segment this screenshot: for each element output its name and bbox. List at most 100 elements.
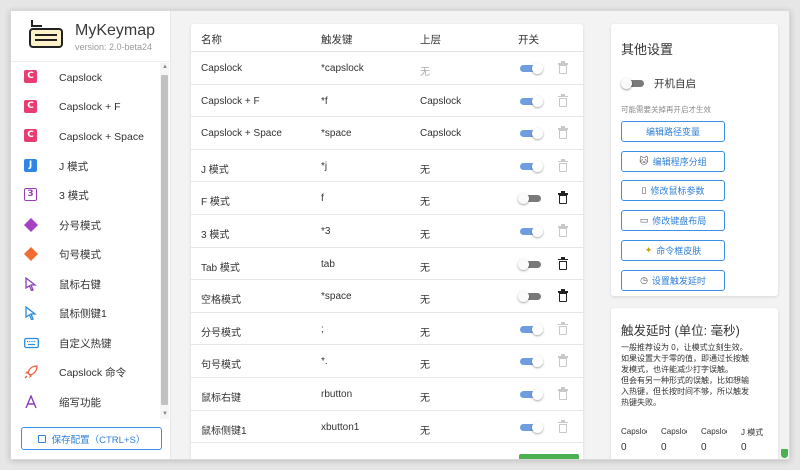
mode-name: Capslock + F xyxy=(201,95,260,107)
mode-name: 空格模式 xyxy=(201,295,241,307)
add-mode-button[interactable] xyxy=(519,454,579,459)
mode-enable-toggle[interactable] xyxy=(518,160,543,172)
keyboard-layout-button[interactable]: ▭ 修改键盘布局 xyxy=(621,210,725,231)
delete-trash-icon[interactable] xyxy=(558,387,568,400)
table-row: 分号模式; 无 xyxy=(191,313,583,346)
3-badge-icon: 3 xyxy=(24,188,38,202)
sidebar-item-3[interactable]: J J 模式 xyxy=(11,152,161,182)
delete-trash-icon[interactable] xyxy=(558,191,568,205)
delete-trash-icon[interactable] xyxy=(558,419,568,433)
mode-name: Capslock xyxy=(201,63,243,74)
delete-trash-icon[interactable] xyxy=(558,126,568,140)
mode-name: 句号模式 xyxy=(201,360,241,372)
mode-layer: 无 xyxy=(420,360,430,372)
mode-enable-toggle[interactable] xyxy=(518,95,543,107)
trigger-delay-button[interactable]: ◷ 设置触发延时 xyxy=(621,270,725,291)
command-skin-button[interactable]: ✦ 命令框皮肤 xyxy=(621,240,725,261)
delete-trash-icon[interactable] xyxy=(558,93,568,107)
sidebar-item-11[interactable]: 缩写功能 xyxy=(11,388,161,418)
header-switch: 开关 xyxy=(518,34,539,46)
delay-value-input[interactable]: 0 xyxy=(701,442,707,453)
mode-name: Tab 模式 xyxy=(201,262,240,274)
mode-trigger: xbutton1 xyxy=(321,421,360,433)
sidebar-item-label: 自定义热键 xyxy=(59,337,112,350)
mode-name: Capslock + Space xyxy=(201,128,282,140)
mode-name: 分号模式 xyxy=(201,327,241,339)
table-row: Capslock + Space *space Capslock xyxy=(191,117,583,150)
mouse-settings-button[interactable]: ▯ 修改鼠标参数 xyxy=(621,180,725,201)
keyboard-icon xyxy=(24,336,39,350)
mode-enable-toggle[interactable] xyxy=(518,63,543,74)
keyboard-layout-label: 修改键盘布局 xyxy=(652,216,707,226)
sidebar-item-1[interactable]: C Capslock + F xyxy=(11,93,161,123)
delete-trash-icon[interactable] xyxy=(558,158,568,172)
mode-layer: 无 xyxy=(420,327,430,339)
mode-trigger: *j xyxy=(321,160,328,172)
delete-trash-icon[interactable] xyxy=(558,354,568,368)
sidebar-scrollbar[interactable]: ▲ ▼ xyxy=(160,63,169,419)
sidebar-item-5[interactable]: 分号模式 xyxy=(11,211,161,241)
mode-enable-toggle[interactable] xyxy=(518,291,543,303)
mode-enable-toggle[interactable] xyxy=(518,389,543,400)
mode-trigger: ; xyxy=(321,323,324,335)
shield-icon xyxy=(781,449,788,458)
delete-trash-icon[interactable] xyxy=(558,61,568,74)
scroll-up-arrow-icon[interactable]: ▲ xyxy=(162,64,168,70)
brand-header: MyKeymap version: 2.0-beta24 xyxy=(11,11,171,59)
edit-path-vars-button[interactable]: 编辑路径变量 xyxy=(621,121,725,142)
sidebar-item-label: 缩写功能 xyxy=(59,396,101,409)
sidebar-item-9[interactable]: 自定义热键 xyxy=(11,329,161,359)
mode-enable-toggle[interactable] xyxy=(518,323,543,335)
app-title: MyKeymap xyxy=(75,22,156,39)
autostart-toggle[interactable] xyxy=(621,78,646,89)
mode-enable-toggle[interactable] xyxy=(518,356,543,368)
edit-program-groups-button[interactable]: 🐱 编辑程序分组 xyxy=(621,151,725,172)
delay-value-input[interactable]: 0 xyxy=(661,442,667,453)
save-config-button[interactable]: 保存配置（CTRL+S） xyxy=(21,427,162,450)
mode-trigger: *space xyxy=(321,291,352,303)
sidebar-item-label: J 模式 xyxy=(59,160,89,173)
delete-trash-icon[interactable] xyxy=(558,289,568,303)
sidebar-item-2[interactable]: C Capslock + Space xyxy=(11,122,161,152)
delete-trash-icon[interactable] xyxy=(558,224,568,237)
mode-name: F 模式 xyxy=(201,197,230,209)
header-name: 名称 xyxy=(201,34,222,46)
sidebar-item-8[interactable]: 鼠标侧键1 xyxy=(11,299,161,329)
mode-enable-toggle[interactable] xyxy=(518,226,543,237)
trigger-delay-card: 触发延时 (单位: 毫秒) 一般推荐设为 0，让模式立刻生效。 如果设置大于零的值… xyxy=(611,308,778,459)
mode-enable-toggle[interactable] xyxy=(518,128,543,140)
mode-enable-toggle[interactable] xyxy=(518,421,543,433)
mode-trigger: *capslock xyxy=(321,63,364,74)
mode-name: J 模式 xyxy=(201,164,229,176)
c-badge-icon: C xyxy=(24,70,38,84)
table-row: J 模式 *j 无 xyxy=(191,150,583,183)
sidebar-nav: C Capslock C Capslock + F C Capslock + Space J… xyxy=(11,63,161,418)
autostart-row[interactable]: 开机自启 xyxy=(621,76,696,91)
scrollbar-thumb[interactable] xyxy=(161,75,168,405)
header-layer: 上层 xyxy=(420,34,441,46)
delay-desc-line: 发模式，也许能减少打字误触。 xyxy=(621,365,733,374)
mode-trigger: tab xyxy=(321,258,335,270)
mode-enable-toggle[interactable] xyxy=(518,258,543,270)
sidebar: MyKeymap version: 2.0-beta24 C Capslock C C… xyxy=(11,11,171,459)
sidebar-item-10[interactable]: Capslock 命令 xyxy=(11,358,161,388)
sidebar-item-4[interactable]: 3 3 模式 xyxy=(11,181,161,211)
sidebar-item-label: 3 模式 xyxy=(59,190,89,203)
table-row: 鼠标右键 rbutton 无 xyxy=(191,378,583,411)
delete-trash-icon[interactable] xyxy=(558,321,568,335)
scroll-down-arrow-icon[interactable]: ▼ xyxy=(162,411,168,417)
mode-name: 鼠标右键 xyxy=(201,393,241,404)
other-settings-card: 其他设置 开机自启 可能需要关掉再开启才生效 编辑路径变量 🐱 编辑程序分组 ▯ 修… xyxy=(611,24,778,296)
sidebar-item-7[interactable]: 鼠标右键 xyxy=(11,270,161,300)
autostart-label: 开机自启 xyxy=(654,78,696,90)
sidebar-item-0[interactable]: C Capslock xyxy=(11,63,161,93)
mode-enable-toggle[interactable] xyxy=(518,193,543,205)
delete-trash-icon[interactable] xyxy=(558,256,568,270)
cat-icon: 🐱 xyxy=(639,156,649,166)
keyboard-icon: ▭ xyxy=(639,215,649,225)
delay-value-input[interactable]: 0 xyxy=(741,442,747,453)
divider xyxy=(11,61,171,62)
delay-value-input[interactable]: 0 xyxy=(621,442,627,453)
sidebar-item-6[interactable]: 句号模式 xyxy=(11,240,161,270)
command-skin-label: 命令框皮肤 xyxy=(656,246,702,256)
